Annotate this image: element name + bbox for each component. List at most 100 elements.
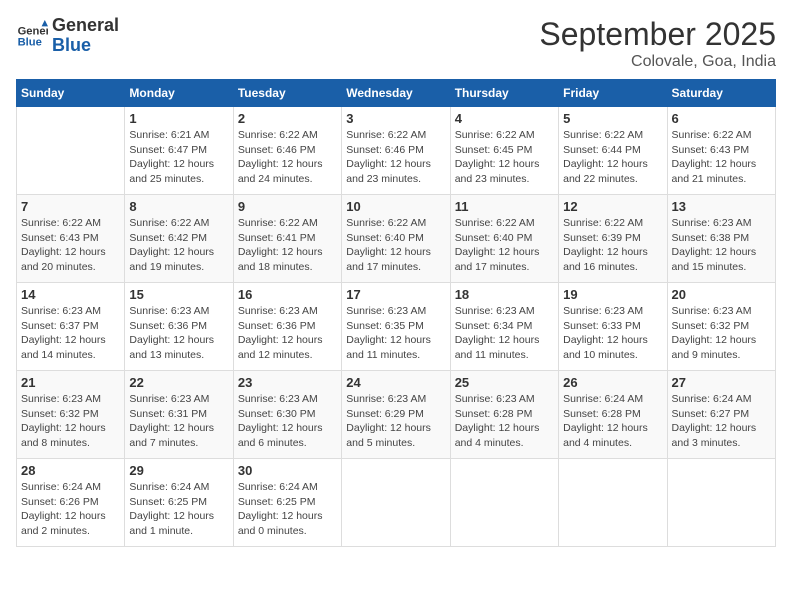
calendar-cell: 14Sunrise: 6:23 AM Sunset: 6:37 PM Dayli… xyxy=(17,283,125,371)
calendar-cell: 27 Sunrise: 6:24 AM Sunset: 6:27 PM Dayli… xyxy=(667,371,775,459)
day-info: Sunrise: 6:23 AM Sunset: 6:36 PM Dayligh… xyxy=(129,304,228,363)
day-info: Sunrise: 6:24 AM Sunset: 6:27 PM Dayligh… xyxy=(672,392,771,451)
day-info: Sunrise: 6:23 AM Sunset: 6:33 PM Dayligh… xyxy=(563,304,662,363)
calendar-cell: 12Sunrise: 6:22 AM Sunset: 6:39 PM Dayli… xyxy=(559,195,667,283)
calendar-cell: 4 Sunrise: 6:22 AM Sunset: 6:45 PM Daylig… xyxy=(450,107,558,195)
weekday-header-sunday: Sunday xyxy=(17,80,125,107)
day-info: Sunrise: 6:23 AM Sunset: 6:30 PM Dayligh… xyxy=(238,392,337,451)
weekday-header-monday: Monday xyxy=(125,80,233,107)
day-info: Sunrise: 6:23 AM Sunset: 6:35 PM Dayligh… xyxy=(346,304,445,363)
day-number: 18 xyxy=(455,287,554,302)
day-info: Sunrise: 6:23 AM Sunset: 6:29 PM Dayligh… xyxy=(346,392,445,451)
svg-text:Blue: Blue xyxy=(18,36,42,48)
day-info: Sunrise: 6:22 AM Sunset: 6:42 PM Dayligh… xyxy=(129,216,228,275)
day-number: 28 xyxy=(21,463,120,478)
day-info: Sunrise: 6:23 AM Sunset: 6:34 PM Dayligh… xyxy=(455,304,554,363)
day-info: Sunrise: 6:22 AM Sunset: 6:43 PM Dayligh… xyxy=(672,128,771,187)
location: Colovale, Goa, India xyxy=(539,53,776,71)
day-number: 14 xyxy=(21,287,120,302)
calendar-cell xyxy=(667,459,775,547)
week-row-5: 28 Sunrise: 6:24 AM Sunset: 6:26 PM Dayli… xyxy=(17,459,776,547)
day-number: 22 xyxy=(129,375,228,390)
calendar-cell: 28 Sunrise: 6:24 AM Sunset: 6:26 PM Dayli… xyxy=(17,459,125,547)
day-info: Sunrise: 6:24 AM Sunset: 6:25 PM Dayligh… xyxy=(129,480,228,539)
day-number: 13 xyxy=(672,199,771,214)
day-info: Sunrise: 6:22 AM Sunset: 6:46 PM Dayligh… xyxy=(238,128,337,187)
logo: General Blue General Blue xyxy=(16,16,119,56)
day-number: 15 xyxy=(129,287,228,302)
day-number: 16 xyxy=(238,287,337,302)
calendar-cell: 1 Sunrise: 6:21 AM Sunset: 6:47 PM Daylig… xyxy=(125,107,233,195)
logo-icon: General Blue xyxy=(16,20,48,52)
calendar-cell: 24Sunrise: 6:23 AM Sunset: 6:29 PM Dayli… xyxy=(342,371,450,459)
day-info: Sunrise: 6:24 AM Sunset: 6:26 PM Dayligh… xyxy=(21,480,120,539)
calendar-cell: 25 Sunrise: 6:23 AM Sunset: 6:28 PM Dayli… xyxy=(450,371,558,459)
day-number: 4 xyxy=(455,111,554,126)
day-info: Sunrise: 6:23 AM Sunset: 6:32 PM Dayligh… xyxy=(21,392,120,451)
title-block: September 2025 Colovale, Goa, India xyxy=(539,16,776,71)
day-number: 17 xyxy=(346,287,445,302)
weekday-header-friday: Friday xyxy=(559,80,667,107)
day-number: 10 xyxy=(346,199,445,214)
calendar-cell: 18 Sunrise: 6:23 AM Sunset: 6:34 PM Dayli… xyxy=(450,283,558,371)
day-info: Sunrise: 6:21 AM Sunset: 6:47 PM Dayligh… xyxy=(129,128,228,187)
calendar-cell: 9 Sunrise: 6:22 AM Sunset: 6:41 PM Daylig… xyxy=(233,195,341,283)
day-number: 23 xyxy=(238,375,337,390)
day-number: 26 xyxy=(563,375,662,390)
day-number: 1 xyxy=(129,111,228,126)
day-info: Sunrise: 6:22 AM Sunset: 6:41 PM Dayligh… xyxy=(238,216,337,275)
logo-text: General Blue xyxy=(52,16,119,56)
day-info: Sunrise: 6:24 AM Sunset: 6:28 PM Dayligh… xyxy=(563,392,662,451)
day-info: Sunrise: 6:24 AM Sunset: 6:25 PM Dayligh… xyxy=(238,480,337,539)
day-number: 7 xyxy=(21,199,120,214)
weekday-header-tuesday: Tuesday xyxy=(233,80,341,107)
week-row-3: 14Sunrise: 6:23 AM Sunset: 6:37 PM Dayli… xyxy=(17,283,776,371)
calendar-cell: 2 Sunrise: 6:22 AM Sunset: 6:46 PM Daylig… xyxy=(233,107,341,195)
week-row-2: 7 Sunrise: 6:22 AM Sunset: 6:43 PM Daylig… xyxy=(17,195,776,283)
calendar-cell: 20Sunrise: 6:23 AM Sunset: 6:32 PM Dayli… xyxy=(667,283,775,371)
weekday-header-row: SundayMondayTuesdayWednesdayThursdayFrid… xyxy=(17,80,776,107)
day-info: Sunrise: 6:22 AM Sunset: 6:44 PM Dayligh… xyxy=(563,128,662,187)
calendar-cell: 10 Sunrise: 6:22 AM Sunset: 6:40 PM Dayli… xyxy=(342,195,450,283)
day-number: 29 xyxy=(129,463,228,478)
day-number: 30 xyxy=(238,463,337,478)
calendar-cell: 19 Sunrise: 6:23 AM Sunset: 6:33 PM Dayli… xyxy=(559,283,667,371)
calendar-cell xyxy=(559,459,667,547)
svg-text:General: General xyxy=(18,25,48,37)
day-number: 9 xyxy=(238,199,337,214)
calendar-cell: 15 Sunrise: 6:23 AM Sunset: 6:36 PM Dayli… xyxy=(125,283,233,371)
calendar-cell: 22 Sunrise: 6:23 AM Sunset: 6:31 PM Dayli… xyxy=(125,371,233,459)
day-info: Sunrise: 6:23 AM Sunset: 6:31 PM Dayligh… xyxy=(129,392,228,451)
day-info: Sunrise: 6:22 AM Sunset: 6:40 PM Dayligh… xyxy=(455,216,554,275)
day-info: Sunrise: 6:22 AM Sunset: 6:45 PM Dayligh… xyxy=(455,128,554,187)
day-info: Sunrise: 6:22 AM Sunset: 6:43 PM Dayligh… xyxy=(21,216,120,275)
weekday-header-wednesday: Wednesday xyxy=(342,80,450,107)
day-number: 5 xyxy=(563,111,662,126)
week-row-4: 21 Sunrise: 6:23 AM Sunset: 6:32 PM Dayli… xyxy=(17,371,776,459)
day-number: 19 xyxy=(563,287,662,302)
weekday-header-saturday: Saturday xyxy=(667,80,775,107)
day-info: Sunrise: 6:23 AM Sunset: 6:38 PM Dayligh… xyxy=(672,216,771,275)
day-number: 3 xyxy=(346,111,445,126)
day-number: 12 xyxy=(563,199,662,214)
calendar-cell: 26 Sunrise: 6:24 AM Sunset: 6:28 PM Dayli… xyxy=(559,371,667,459)
day-number: 25 xyxy=(455,375,554,390)
calendar-cell: 7 Sunrise: 6:22 AM Sunset: 6:43 PM Daylig… xyxy=(17,195,125,283)
day-info: Sunrise: 6:22 AM Sunset: 6:40 PM Dayligh… xyxy=(346,216,445,275)
page-header: General Blue General Blue September 2025… xyxy=(16,16,776,71)
calendar-cell: 16 Sunrise: 6:23 AM Sunset: 6:36 PM Dayli… xyxy=(233,283,341,371)
day-number: 27 xyxy=(672,375,771,390)
day-number: 21 xyxy=(21,375,120,390)
calendar-cell: 30 Sunrise: 6:24 AM Sunset: 6:25 PM Dayli… xyxy=(233,459,341,547)
calendar-cell: 6Sunrise: 6:22 AM Sunset: 6:43 PM Daylig… xyxy=(667,107,775,195)
calendar-cell: 3Sunrise: 6:22 AM Sunset: 6:46 PM Daylig… xyxy=(342,107,450,195)
calendar-cell xyxy=(450,459,558,547)
calendar-table: SundayMondayTuesdayWednesdayThursdayFrid… xyxy=(16,79,776,547)
calendar-cell xyxy=(342,459,450,547)
day-info: Sunrise: 6:23 AM Sunset: 6:28 PM Dayligh… xyxy=(455,392,554,451)
day-info: Sunrise: 6:23 AM Sunset: 6:36 PM Dayligh… xyxy=(238,304,337,363)
calendar-cell: 21 Sunrise: 6:23 AM Sunset: 6:32 PM Dayli… xyxy=(17,371,125,459)
calendar-cell: 5 Sunrise: 6:22 AM Sunset: 6:44 PM Daylig… xyxy=(559,107,667,195)
day-number: 20 xyxy=(672,287,771,302)
day-number: 2 xyxy=(238,111,337,126)
